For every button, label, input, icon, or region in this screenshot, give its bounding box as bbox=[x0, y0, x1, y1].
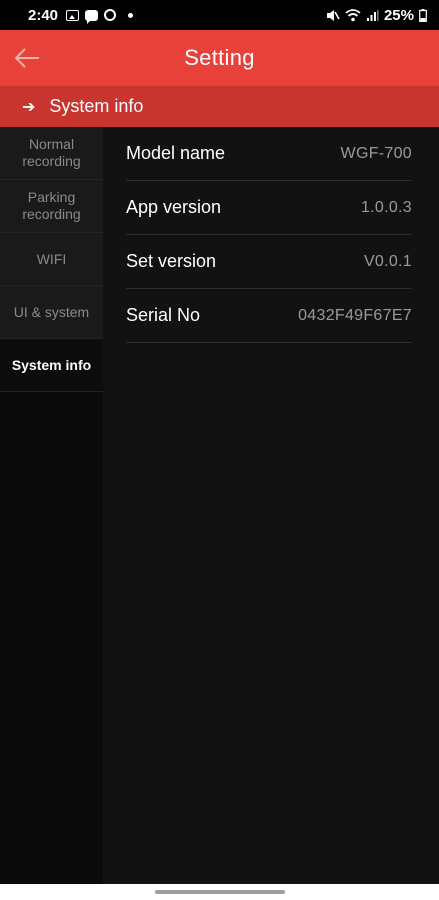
app-version-value: 1.0.0.3 bbox=[360, 198, 412, 216]
status-time: 2:40 bbox=[28, 6, 59, 24]
model-name-label: Model name bbox=[126, 143, 226, 163]
app-bar: Setting bbox=[0, 30, 439, 86]
gallery-icon bbox=[66, 9, 80, 21]
set-version-value: V0.0.1 bbox=[363, 252, 412, 270]
serial-no-value: 0432F49F67E7 bbox=[298, 306, 412, 324]
model-name-value: WGF-700 bbox=[340, 144, 412, 162]
mute-icon bbox=[326, 9, 340, 21]
serial-no-label: Serial No bbox=[126, 305, 201, 325]
sidebar-item-label: Parking recording bbox=[22, 189, 81, 222]
arrow-right-icon: ➔ bbox=[22, 98, 36, 116]
home-indicator[interactable] bbox=[155, 890, 285, 894]
sidebar-item-label: Normal recording bbox=[22, 136, 81, 169]
sidebar-item-normal-recording[interactable]: Normal recording bbox=[0, 127, 103, 180]
section-title: System info bbox=[49, 96, 144, 116]
sidebar-item-label: WIFI bbox=[36, 250, 67, 267]
status-right: 25% bbox=[326, 7, 427, 24]
camera-icon bbox=[104, 9, 117, 21]
system-info-list: Model name WGF-700 App version 1.0.0.3 S… bbox=[126, 127, 412, 343]
message-icon bbox=[85, 9, 99, 24]
app-version-label: App version bbox=[126, 197, 222, 217]
battery-icon bbox=[419, 8, 427, 22]
sidebar-item-system-info[interactable]: System info bbox=[0, 339, 103, 392]
list-item: Set version V0.0.1 bbox=[126, 235, 412, 289]
arrow-left-icon bbox=[14, 48, 39, 68]
section-header: ➔ System info bbox=[0, 86, 439, 127]
battery-percent: 25% bbox=[383, 6, 414, 24]
back-button[interactable] bbox=[12, 44, 42, 72]
status-bar: 2:40 25% bbox=[0, 0, 439, 30]
list-item: Serial No 0432F49F67E7 bbox=[126, 289, 412, 343]
list-item: App version 1.0.0.3 bbox=[126, 181, 412, 235]
navigation-bar bbox=[0, 884, 439, 900]
sidebar-item-label: UI & system bbox=[13, 303, 90, 320]
sidebar-item-ui-system[interactable]: UI & system bbox=[0, 286, 103, 339]
sidebar-item-label: System info bbox=[11, 356, 92, 373]
status-left: 2:40 bbox=[28, 6, 134, 24]
set-version-label: Set version bbox=[126, 251, 217, 271]
signal-icon bbox=[366, 9, 379, 21]
wifi-icon bbox=[345, 8, 361, 21]
sidebar: Normal recording Parking recording WIFI … bbox=[0, 127, 103, 884]
page-title: Setting bbox=[184, 45, 255, 70]
sidebar-item-parking-recording[interactable]: Parking recording bbox=[0, 180, 103, 233]
notification-dot-icon bbox=[128, 12, 134, 18]
list-item: Model name WGF-700 bbox=[126, 127, 412, 181]
sidebar-item-wifi[interactable]: WIFI bbox=[0, 233, 103, 286]
